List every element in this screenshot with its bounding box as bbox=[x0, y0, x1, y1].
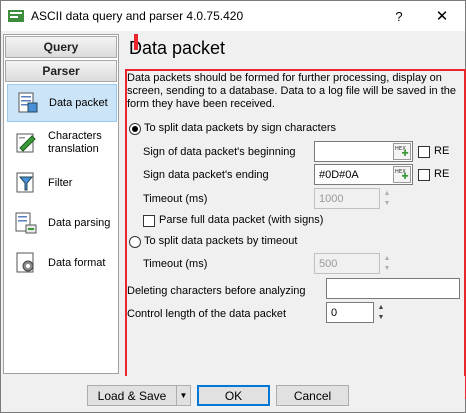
data-packet-icon bbox=[18, 92, 38, 113]
sidebar-item-label: Characters translation bbox=[48, 130, 102, 155]
parse-full-packet-label: Parse full data packet (with signs) bbox=[159, 214, 324, 226]
load-save-button[interactable]: Load & Save ▼ bbox=[87, 385, 191, 406]
deleting-characters-input[interactable] bbox=[326, 278, 460, 299]
window-title: ASCII data query and parser 4.0.75.420 bbox=[31, 9, 244, 23]
help-button[interactable]: ? bbox=[379, 1, 419, 31]
sign-timeout-input[interactable]: 1000 bbox=[314, 188, 380, 209]
control-length-spinner[interactable]: ▲ ▼ bbox=[375, 302, 387, 323]
sidebar-item-filter[interactable]: Filter bbox=[7, 164, 117, 202]
split-by-sign-label: To split data packets by sign characters bbox=[144, 122, 336, 134]
beginning-re-checkbox[interactable] bbox=[418, 146, 430, 158]
title-bar: ASCII data query and parser 4.0.75.420 ?… bbox=[1, 1, 465, 31]
sidebar-item-label: Data format bbox=[48, 256, 106, 269]
sidebar-item-data-packet[interactable]: Data packet bbox=[7, 84, 117, 122]
highlight-frame bbox=[125, 69, 466, 399]
sidebar: Query Parser Data packet Characters tran… bbox=[3, 34, 119, 374]
description-text: Data packets should be formed for furthe… bbox=[127, 72, 456, 110]
sidebar-item-label: Filter bbox=[48, 176, 73, 189]
spin-up-icon[interactable]: ▲ bbox=[381, 188, 393, 198]
characters-translation-icon bbox=[16, 133, 36, 153]
sidebar-item-data-parsing[interactable]: Data parsing bbox=[7, 204, 117, 242]
dropdown-arrow-icon[interactable]: ▼ bbox=[176, 386, 190, 405]
cancel-button[interactable]: Cancel bbox=[276, 385, 349, 406]
data-parsing-icon bbox=[15, 212, 37, 234]
parse-full-packet-checkbox[interactable] bbox=[143, 215, 155, 227]
sidebar-item-data-format[interactable]: Data format bbox=[7, 244, 117, 282]
red-marker-icon bbox=[134, 34, 138, 50]
split-by-sign-radio[interactable] bbox=[129, 123, 141, 135]
spin-down-icon[interactable]: ▼ bbox=[381, 198, 393, 208]
spin-up-icon[interactable]: ▲ bbox=[375, 302, 387, 312]
packet-timeout-label: Timeout (ms) bbox=[143, 258, 208, 270]
sidebar-item-characters-translation[interactable]: Characters translation bbox=[7, 124, 117, 162]
beginning-hex-button[interactable]: HEX bbox=[393, 143, 411, 160]
load-save-label: Load & Save bbox=[97, 388, 167, 403]
ending-re-label: RE bbox=[434, 168, 450, 180]
spin-down-icon[interactable]: ▼ bbox=[381, 263, 393, 273]
control-length-label: Control length of the data packet bbox=[127, 308, 286, 320]
beginning-sign-label: Sign of data packet's beginning bbox=[143, 146, 296, 158]
control-length-input[interactable]: 0 bbox=[326, 302, 374, 323]
deleting-characters-label: Deleting characters before analyzing bbox=[127, 285, 306, 297]
sign-timeout-label: Timeout (ms) bbox=[143, 193, 208, 205]
spin-down-icon[interactable]: ▼ bbox=[375, 312, 387, 322]
footer-bar: Load & Save ▼ OK Cancel bbox=[1, 376, 465, 412]
packet-timeout-input[interactable]: 500 bbox=[314, 253, 380, 274]
app-window: ASCII data query and parser 4.0.75.420 ?… bbox=[0, 0, 466, 413]
packet-timeout-spinner[interactable]: ▲ ▼ bbox=[381, 253, 393, 274]
spin-up-icon[interactable]: ▲ bbox=[381, 253, 393, 263]
sign-timeout-spinner[interactable]: ▲ ▼ bbox=[381, 188, 393, 209]
split-by-timeout-radio[interactable] bbox=[129, 236, 141, 248]
filter-icon bbox=[16, 172, 34, 193]
sidebar-header-parser[interactable]: Parser bbox=[5, 60, 117, 82]
sidebar-item-label: Data packet bbox=[49, 96, 108, 109]
page-title: Data packet bbox=[129, 38, 226, 58]
sidebar-header-query[interactable]: Query bbox=[5, 36, 117, 58]
sidebar-item-label: Data parsing bbox=[48, 216, 111, 229]
ok-button[interactable]: OK bbox=[197, 385, 270, 406]
data-format-icon bbox=[16, 252, 34, 273]
beginning-re-label: RE bbox=[434, 145, 450, 157]
ending-re-checkbox[interactable] bbox=[418, 169, 430, 181]
app-icon bbox=[8, 10, 24, 22]
split-by-timeout-label: To split data packets by timeout bbox=[144, 235, 298, 247]
ending-sign-label: Sign data packet's ending bbox=[143, 169, 269, 181]
ending-hex-button[interactable]: HEX bbox=[393, 166, 411, 183]
main-panel: Data packet Data packets should be forme… bbox=[121, 34, 466, 399]
close-button[interactable]: ✕ bbox=[419, 1, 465, 31]
